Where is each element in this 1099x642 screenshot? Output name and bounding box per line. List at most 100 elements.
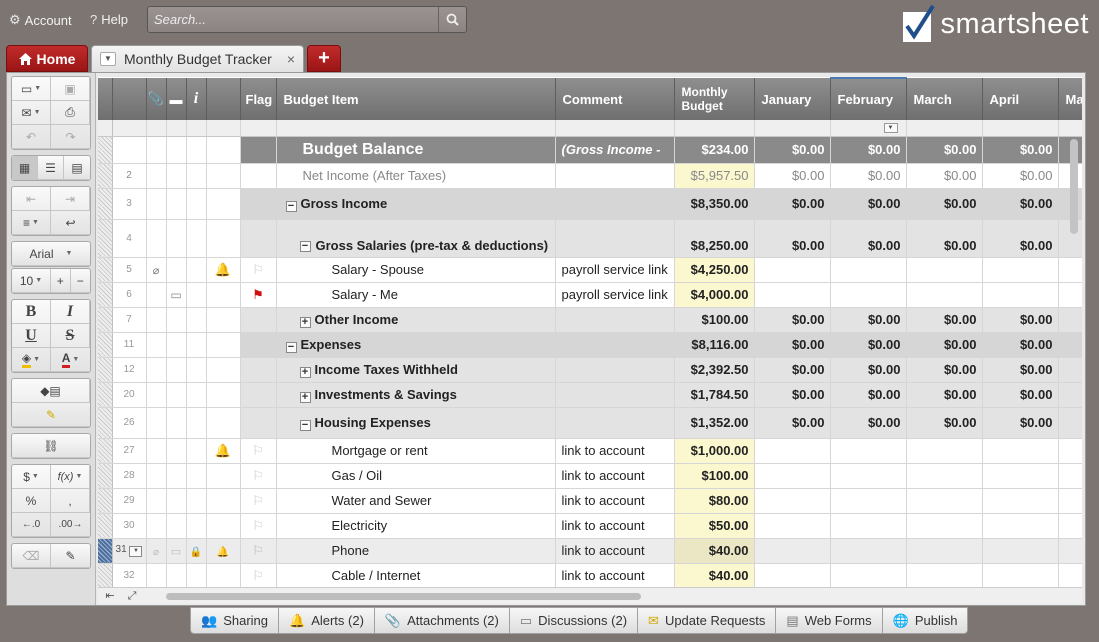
table-row[interactable]: 5 ⌀ 🔔 ⚐ Salary - Spouse payroll service … (98, 257, 1082, 283)
cell-comment[interactable]: link to account (555, 538, 675, 564)
cell-april[interactable]: $0.00 (982, 357, 1059, 383)
cell-january[interactable] (754, 257, 831, 283)
cell-budget-item[interactable]: Electricity (276, 513, 556, 539)
bell-icon[interactable]: 🔔 (217, 547, 229, 558)
cell-budget-item[interactable]: Mortgage or rent (276, 438, 556, 464)
cell-february[interactable]: $0.00 (830, 219, 907, 258)
expand-toggle-icon[interactable]: + (299, 366, 311, 378)
web-forms-button[interactable]: ▤ Web Forms (776, 607, 883, 634)
cell-comment[interactable]: link to account (555, 438, 675, 464)
flag-cell[interactable]: ⚐ (240, 463, 277, 489)
help-link[interactable]: ? Help (90, 12, 128, 27)
cell-monthly-budget[interactable]: $100.00 (674, 307, 755, 333)
cell-january[interactable]: $0.00 (754, 219, 831, 258)
discussion-cell[interactable]: ▭ (166, 282, 187, 308)
thousands-separator-button[interactable]: , (51, 489, 90, 513)
strikethrough-button[interactable]: S (51, 324, 90, 348)
lock-icon[interactable]: 🔒 (190, 547, 202, 558)
cell-february[interactable] (830, 513, 907, 539)
tab-home[interactable]: Home (6, 45, 88, 72)
close-tab-icon[interactable]: × (287, 51, 295, 67)
hyperlink-button[interactable]: ⛓ (12, 434, 90, 458)
cell-january[interactable]: $0.00 (754, 136, 831, 164)
cell-comment[interactable] (555, 219, 675, 258)
font-size-increase-button[interactable]: + (51, 269, 71, 293)
reminder-cell[interactable]: 🔔 (206, 438, 241, 464)
highlight-button[interactable]: ✎ (12, 403, 90, 427)
cell-april[interactable]: $0.00 (982, 332, 1059, 358)
cell-february[interactable]: $0.00 (830, 357, 907, 383)
cell-april[interactable] (982, 463, 1059, 489)
redo-button[interactable]: ↷ (51, 125, 90, 149)
outdent-button[interactable]: ⇤ (12, 187, 51, 211)
cell-comment[interactable]: (Gross Income - (555, 136, 675, 164)
wrap-text-button[interactable]: ↩ (51, 211, 90, 235)
flag-cell[interactable]: ⚐ (240, 488, 277, 514)
cell-april[interactable]: $0.00 (982, 307, 1059, 333)
email-button[interactable]: ✉ ▼ (12, 101, 51, 125)
bold-button[interactable]: B (12, 300, 51, 324)
cell-april[interactable] (982, 438, 1059, 464)
cell-budget-item[interactable]: + Investments & Savings (276, 382, 556, 408)
cell-monthly-budget[interactable]: $1,352.00 (674, 407, 755, 439)
fill-color-button[interactable]: ◈ ▼ (12, 348, 51, 372)
account-link[interactable]: ⚙ Account (9, 12, 72, 28)
cell-january[interactable]: $0.00 (754, 407, 831, 439)
tab-monthly-budget-tracker[interactable]: ▼ Monthly Budget Tracker × (91, 45, 304, 72)
cell-april[interactable] (982, 488, 1059, 514)
discussions-button[interactable]: ▭ Discussions (2) (509, 607, 639, 634)
clear-format-button[interactable]: ⌫ (12, 544, 51, 568)
cell-february[interactable] (830, 563, 907, 587)
cell-february[interactable] (830, 463, 907, 489)
cell-february[interactable] (830, 438, 907, 464)
currency-button[interactable]: $ ▼ (12, 465, 51, 489)
table-row[interactable]: 6 ▭ ⚑ Salary - Me payroll service link $… (98, 282, 1082, 308)
font-size-select[interactable]: 10 ▼ (12, 269, 51, 293)
cell-monthly-budget[interactable]: $8,350.00 (674, 188, 755, 220)
cell-april[interactable] (982, 513, 1059, 539)
cell-march[interactable] (906, 488, 983, 514)
cell-february[interactable]: $0.00 (830, 307, 907, 333)
cell-comment[interactable]: link to account (555, 563, 675, 587)
cell-february[interactable]: $0.00 (830, 136, 907, 164)
cell-january[interactable]: $0.00 (754, 188, 831, 220)
cell-budget-item[interactable]: Gas / Oil (276, 463, 556, 489)
table-row-selected[interactable]: 31 ▼ ⌀ ▭ 🔒 🔔 ⚐ Phone link to account $40… (98, 538, 1082, 564)
paperclip-icon[interactable]: ⌀ (153, 547, 159, 558)
cell-monthly-budget[interactable]: $8,116.00 (674, 332, 755, 358)
cell-march[interactable]: $0.00 (906, 219, 983, 258)
cell-comment[interactable]: payroll service link (555, 257, 675, 283)
table-row[interactable]: 4 − Gross Salaries (pre-tax & deductions)… (98, 219, 1082, 258)
italic-button[interactable]: I (51, 300, 90, 324)
cell-january[interactable] (754, 438, 831, 464)
cell-february[interactable]: $0.00 (830, 407, 907, 439)
table-row[interactable]: 28 ⚐ Gas / Oil link to account $100.00 (98, 463, 1082, 489)
expand-toggle-icon[interactable]: + (299, 316, 311, 328)
calendar-view-button[interactable]: ▤ (64, 156, 90, 180)
flag-cell[interactable]: ⚐ (240, 438, 277, 464)
cell-february[interactable] (830, 488, 907, 514)
cell-comment[interactable] (555, 188, 675, 220)
cell-march[interactable]: $0.00 (906, 332, 983, 358)
flag-cell[interactable]: ⚐ (240, 257, 277, 283)
collapse-toggle-icon[interactable]: − (299, 240, 311, 252)
sheet-menu-dropdown[interactable]: ▼ (100, 52, 116, 66)
header-comment[interactable]: Comment (555, 78, 675, 120)
cell-march[interactable] (906, 563, 983, 587)
cell-february[interactable]: $0.00 (830, 163, 907, 189)
collapse-toggle-icon[interactable]: − (285, 341, 297, 353)
cell-february[interactable]: $0.00 (830, 382, 907, 408)
cell-comment[interactable] (555, 332, 675, 358)
publish-button[interactable]: 🌐 Publish (882, 607, 969, 634)
cell-monthly-budget[interactable]: $5,957.50 (674, 163, 755, 189)
cell-monthly-budget[interactable]: $8,250.00 (674, 219, 755, 258)
cell-april[interactable] (982, 257, 1059, 283)
flag-cell[interactable]: ⚐ (240, 513, 277, 539)
cell-april[interactable]: $0.00 (982, 407, 1059, 439)
update-requests-button[interactable]: ✉ Update Requests (638, 607, 777, 634)
print-button[interactable]: ⎙ (51, 101, 90, 125)
increase-decimal-button[interactable]: .00→ (51, 513, 90, 537)
function-button[interactable]: f(x) ▼ (51, 465, 90, 489)
cell-budget-item[interactable]: Water and Sewer (276, 488, 556, 514)
table-row[interactable]: 12 + Income Taxes Withheld $2,392.50 $0.0… (98, 357, 1082, 383)
